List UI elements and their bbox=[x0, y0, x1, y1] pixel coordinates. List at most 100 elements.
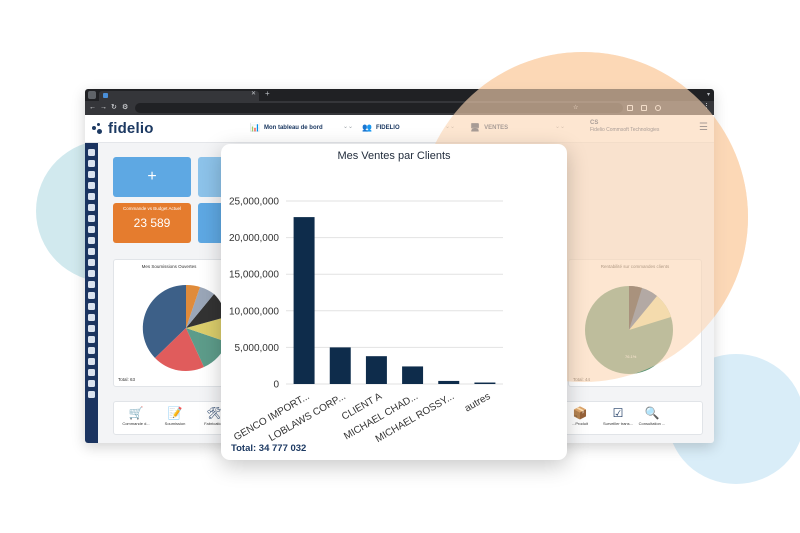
sidebar-truck-icon[interactable] bbox=[88, 182, 95, 189]
people-icon: 👥 bbox=[362, 123, 372, 132]
menu-ventes[interactable]: 🖥 VENTES bbox=[470, 123, 508, 132]
logo-text: fidelio bbox=[108, 120, 154, 137]
sidebar-search-icon[interactable] bbox=[88, 149, 95, 156]
sidebar-basket-icon[interactable] bbox=[88, 204, 95, 211]
budget-tile-title: Commande vs Budget Actuel bbox=[122, 206, 182, 211]
browser-menu-icon[interactable]: ⋮ bbox=[703, 102, 710, 110]
profitability-title: Rentabilité sur commandes clients bbox=[600, 264, 670, 269]
hamburger-menu-icon[interactable]: ☰ bbox=[699, 122, 708, 133]
bookmark-star-icon[interactable]: ☆ bbox=[573, 103, 578, 113]
profitability-pie[interactable]: 76.1% bbox=[569, 272, 703, 382]
browser-tab[interactable] bbox=[99, 91, 259, 101]
open-quotes-title: Mes Soumissions Ouvertes bbox=[141, 264, 197, 269]
app-header: fidelio 📊 Mon tableau de bord ⌄⌄ 👥 FIDEL… bbox=[85, 115, 714, 143]
sidebar-users-icon[interactable] bbox=[88, 193, 95, 200]
url-field[interactable] bbox=[135, 103, 623, 113]
sidebar-scale-icon[interactable] bbox=[88, 259, 95, 266]
menu-dashboard-label: Mon tableau de bord bbox=[263, 124, 323, 131]
sidebar-flow-icon[interactable] bbox=[88, 248, 95, 255]
sidebar-chart-icon[interactable] bbox=[88, 347, 95, 354]
cart-icon: 🛒 bbox=[128, 406, 144, 420]
y-tick-label: 10,000,000 bbox=[229, 306, 279, 317]
shortcut-consultation[interactable]: 🔍 Consultation ... bbox=[634, 405, 670, 426]
menu-separator-1: ⌄⌄ bbox=[343, 124, 354, 130]
shortcut-soumission[interactable]: 📝 Soumission bbox=[157, 405, 193, 426]
sales-bar-chart: 0 5,000,000 10,000,000 15,000,000 20,000,000… bbox=[229, 197, 503, 444]
sidebar-cart-icon[interactable] bbox=[88, 237, 95, 244]
shortcut-surveiller[interactable]: ☑ Surveiller trans... bbox=[600, 405, 636, 426]
sidebar-building-icon[interactable] bbox=[88, 325, 95, 332]
sidebar-transfer-icon[interactable] bbox=[88, 281, 95, 288]
extension-icon[interactable] bbox=[627, 105, 633, 111]
sidebar-chat-icon[interactable] bbox=[88, 336, 95, 343]
x-tick-label: autres bbox=[463, 391, 493, 414]
add-tile-button[interactable]: + bbox=[113, 157, 191, 197]
user-initials: CS bbox=[590, 120, 599, 126]
bar-chart-icon: 📊 bbox=[250, 123, 260, 132]
menu-dashboard[interactable]: 📊 Mon tableau de bord bbox=[250, 123, 323, 132]
sidebar-download-icon[interactable] bbox=[88, 303, 95, 310]
tab-close-icon[interactable]: ✕ bbox=[251, 90, 256, 97]
bar[interactable] bbox=[329, 347, 351, 384]
menu-separator-3: ⌄⌄ bbox=[555, 124, 566, 130]
menu-fidelio[interactable]: 👥 FIDELIO bbox=[362, 123, 400, 132]
search-icon: 🔍 bbox=[644, 406, 660, 420]
sidebar-user-settings-icon[interactable] bbox=[88, 380, 95, 387]
pie-center-label: 76.1% bbox=[625, 354, 637, 359]
sidebar-doc-icon[interactable] bbox=[88, 358, 95, 365]
sidebar-box-icon[interactable] bbox=[88, 270, 95, 277]
profile-icon[interactable] bbox=[655, 105, 661, 111]
shortcut-commande[interactable]: 🛒 Commande d... bbox=[118, 405, 154, 426]
monitor-icon: 🖥 bbox=[470, 123, 481, 132]
browser-address-bar: ← → ↻ ⚙ ☆ ⋮ bbox=[85, 101, 714, 115]
reload-icon[interactable]: ↻ bbox=[111, 103, 117, 113]
bar[interactable] bbox=[293, 217, 315, 384]
sidebar-wrench-icon[interactable] bbox=[88, 369, 95, 376]
sales-by-client-card: Mes Ventes par Clients 0 5,000,000 10,000,… bbox=[221, 144, 567, 460]
sidebar-info-icon[interactable] bbox=[88, 391, 95, 398]
y-tick-label: 15,000,000 bbox=[229, 270, 279, 281]
sidebar-factory-icon[interactable] bbox=[88, 171, 95, 178]
bar[interactable] bbox=[365, 356, 387, 384]
user-company: Fidelio Commsoft Technologies bbox=[590, 127, 660, 133]
logo-dots-icon bbox=[91, 122, 105, 136]
y-tick-label: 0 bbox=[273, 380, 279, 391]
app-logo[interactable]: fidelio bbox=[91, 120, 154, 137]
box-icon: 📦 bbox=[572, 406, 588, 420]
menu-ventes-label: VENTES bbox=[484, 124, 509, 131]
stage: ✕ + ▾ ← → ↻ ⚙ ☆ ⋮ fidelio 📊 Mon tableau … bbox=[0, 0, 800, 533]
sidebar-sync-icon[interactable] bbox=[88, 160, 95, 167]
sidebar-invoice-icon[interactable] bbox=[88, 215, 95, 222]
budget-tile-value: 23 589 bbox=[133, 216, 171, 230]
user-info[interactable]: CS Fidelio Commsoft Technologies bbox=[590, 120, 659, 134]
open-quotes-pie[interactable] bbox=[114, 272, 226, 382]
checkbox-icon: ☑ bbox=[612, 406, 624, 420]
sidebar-calc-icon[interactable] bbox=[88, 226, 95, 233]
sidebar-grid-icon[interactable] bbox=[88, 314, 95, 321]
browser-tab-bar: ✕ + ▾ bbox=[85, 89, 714, 101]
budget-tile[interactable]: Commande vs Budget Actuel 23 589 bbox=[113, 203, 191, 243]
menu-separator-2: ⌄⌄ bbox=[445, 124, 456, 130]
site-settings-icon[interactable]: ⚙ bbox=[122, 103, 128, 113]
profitability-card: Rentabilité sur commandes clients 76.1% … bbox=[568, 259, 702, 387]
new-tab-icon[interactable]: + bbox=[265, 89, 270, 98]
back-icon[interactable]: ← bbox=[89, 103, 96, 113]
shortcut-produit[interactable]: 📦 ...Produit bbox=[562, 405, 598, 426]
chart-total: Total: 34 777 032 bbox=[231, 443, 307, 454]
y-tick-label: 20,000,000 bbox=[229, 233, 279, 244]
left-sidebar bbox=[85, 143, 98, 443]
bar[interactable] bbox=[474, 382, 496, 384]
bar[interactable] bbox=[402, 366, 424, 384]
sidebar-delivery-icon[interactable] bbox=[88, 292, 95, 299]
tab-search-icon[interactable]: ▾ bbox=[707, 91, 710, 98]
sidepanel-icon[interactable] bbox=[641, 105, 647, 111]
y-tick-label: 5,000,000 bbox=[235, 343, 280, 354]
document-edit-icon: 📝 bbox=[167, 406, 183, 420]
window-menu-icon[interactable] bbox=[88, 91, 96, 99]
bar[interactable] bbox=[438, 380, 460, 384]
forward-icon[interactable]: → bbox=[100, 103, 107, 113]
menu-fidelio-label: FIDELIO bbox=[375, 124, 400, 131]
plus-icon: + bbox=[147, 168, 157, 185]
profitability-total: Total: 44 bbox=[573, 377, 591, 382]
open-quotes-total: Total: 63 bbox=[118, 377, 136, 382]
